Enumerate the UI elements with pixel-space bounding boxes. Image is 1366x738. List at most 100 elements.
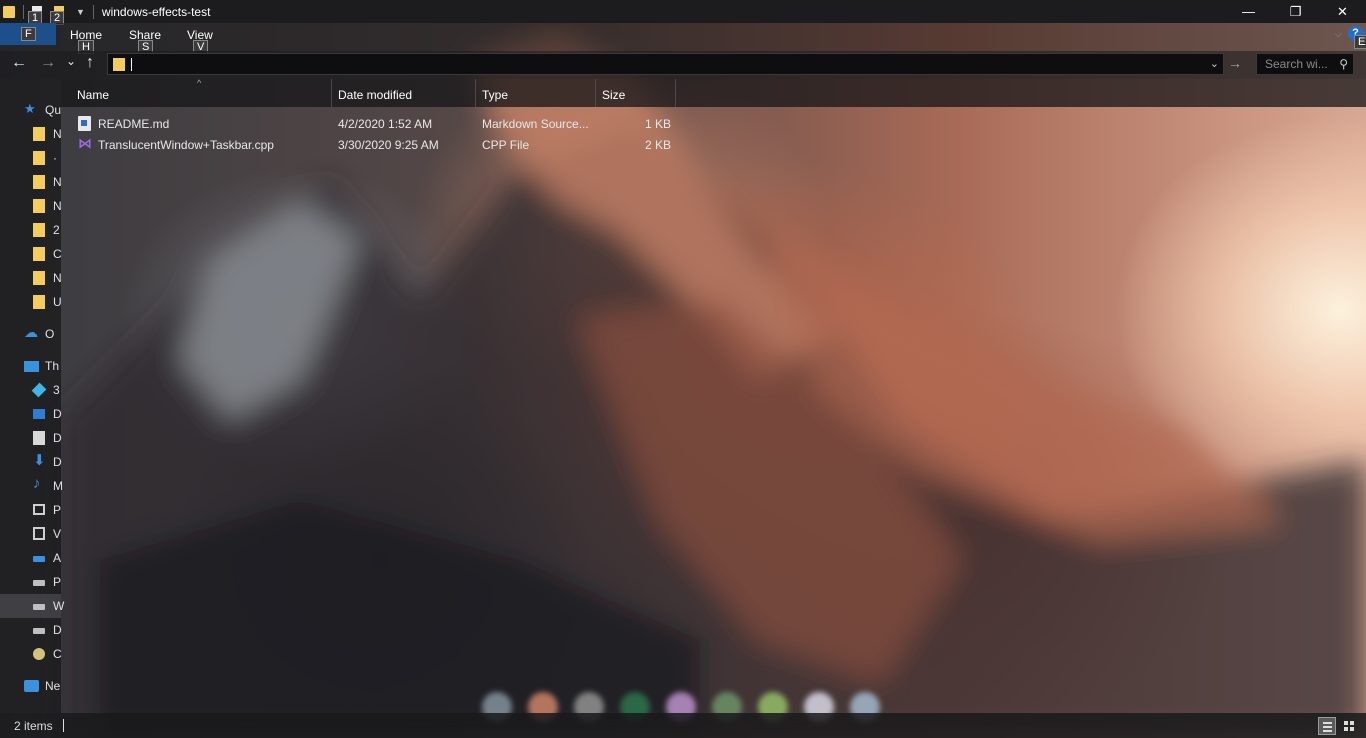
pictures-icon [33,504,45,515]
nav-pinned-folder[interactable]: N [0,170,62,194]
nav-desktop[interactable]: D [0,402,62,426]
nav-pinned-folder[interactable]: U [0,290,62,314]
computer-icon [24,361,39,372]
nav-drive[interactable]: W [0,594,65,618]
nav-label: Th [45,359,60,373]
drive-icon [33,628,45,634]
nav-pinned-folder[interactable]: · [0,146,61,170]
column-headers: ^ Name Date modified Type Size [61,78,1366,107]
file-size: 2 KB [645,138,672,152]
nav-label: P [53,575,62,589]
maximize-button[interactable]: ❐ [1272,0,1319,23]
customize-quick-access-icon[interactable]: ▼ [76,7,85,17]
close-button[interactable]: ✕ [1319,0,1366,23]
column-header-name[interactable]: Name [61,79,332,107]
nav-dvd-drive[interactable]: C [0,642,62,666]
folder-icon [33,199,45,213]
minimize-button[interactable]: — [1225,0,1272,23]
nav-this-pc[interactable]: Th [0,354,61,378]
search-input[interactable]: Search wi... ⚲ [1256,53,1354,75]
details-view-button[interactable] [1318,717,1336,735]
folder-icon [33,223,45,237]
file-name: TranslucentWindow+Taskbar.cpp [98,138,274,152]
nav-label: · [53,151,57,165]
nav-pinned-folder[interactable]: 2 [0,218,61,242]
search-icon[interactable]: ⚲ [1339,57,1348,71]
3d-objects-icon [31,382,47,398]
column-header-size[interactable]: Size [596,79,676,107]
nav-network-drive[interactable]: A [0,546,61,570]
nav-pinned-folder[interactable]: N [0,194,62,218]
nav-pinned-folder[interactable]: C [0,242,62,266]
tab-file[interactable]: F [0,23,56,45]
folder-icon [33,271,45,285]
divider [23,4,24,19]
file-size: 1 KB [645,117,672,131]
column-header-type[interactable]: Type [476,79,596,107]
videos-icon [33,527,45,540]
column-header-date[interactable]: Date modified [332,79,476,107]
file-date: 4/2/2020 1:52 AM [338,117,433,131]
file-date: 3/30/2020 9:25 AM [338,138,439,152]
nav-label: D [53,407,62,421]
nav-documents[interactable]: D [0,426,62,450]
folder-icon [33,175,45,189]
wallpaper [60,30,1366,738]
nav-label: U [53,295,62,309]
nav-label: Ne [45,679,61,693]
nav-videos[interactable]: V [0,522,61,546]
large-icons-view-button[interactable] [1340,717,1358,735]
back-button[interactable]: ← [11,54,27,72]
nav-pictures[interactable]: P [0,498,61,522]
file-name: README.md [98,117,170,131]
nav-label: A [53,551,62,565]
file-row[interactable]: ⋈ TranslucentWindow+Taskbar.cpp 3/30/202… [61,134,701,155]
chevron-down-icon[interactable]: ⌄ [1210,57,1219,70]
nav-downloads[interactable]: ⬇ D [0,450,62,474]
column-label: Date modified [338,88,413,102]
nav-drive[interactable]: D [0,618,62,642]
nav-onedrive[interactable]: ☁ O [0,322,61,346]
nav-label: P [53,503,62,517]
drive-icon [33,604,45,610]
nav-label: N [53,175,62,189]
forward-button[interactable]: → [40,54,56,72]
nav-quick-access[interactable]: ★ Qu [0,98,61,122]
ribbon-tabs: F Home H Share S View V ⌵ ? E [0,23,1366,54]
new-folder-icon[interactable]: 2 [50,5,65,25]
dvd-icon [33,648,45,660]
nav-pinned-folder[interactable]: N [0,266,62,290]
item-count: 2 items [14,719,53,733]
nav-label: O [45,327,55,341]
go-button[interactable]: → [1228,55,1242,71]
expand-ribbon-icon[interactable]: ⌵ [1334,29,1342,40]
column-label: Size [602,88,626,102]
nav-network[interactable]: Ne [0,674,61,698]
up-button[interactable]: ↑ [86,54,94,72]
music-icon: ♪ [33,475,41,492]
nav-label: N [53,199,62,213]
recent-locations-icon[interactable]: ⌄ [66,54,76,68]
address-input[interactable]: ⌄ [107,53,1224,75]
drive-icon [33,580,45,586]
nav-label: D [53,455,62,469]
address-bar-row: ← → ⌄ ↑ ⌄ → Search wi... ⚲ [0,51,1366,79]
nav-music[interactable]: ♪ M [0,474,63,498]
nav-drive[interactable]: P [0,570,61,594]
keytip-help: E [1354,35,1366,49]
folder-icon [113,58,125,71]
nav-label: 3 [53,383,60,397]
divider [63,719,64,732]
network-icon [24,680,39,692]
folder-icon[interactable] [3,5,15,18]
nav-label: 2 [53,223,60,237]
properties-icon[interactable]: 1 [28,5,43,25]
file-row[interactable]: README.md 4/2/2020 1:52 AM Markdown Sour… [61,113,701,134]
nav-pinned-folder[interactable]: N [0,122,62,146]
cloud-icon: ☁ [24,324,38,340]
network-drive-icon [33,556,45,562]
nav-label: M [53,479,63,493]
nav-label: W [53,599,65,613]
folder-icon [33,151,45,165]
nav-3d-objects[interactable]: 3 [0,378,61,402]
